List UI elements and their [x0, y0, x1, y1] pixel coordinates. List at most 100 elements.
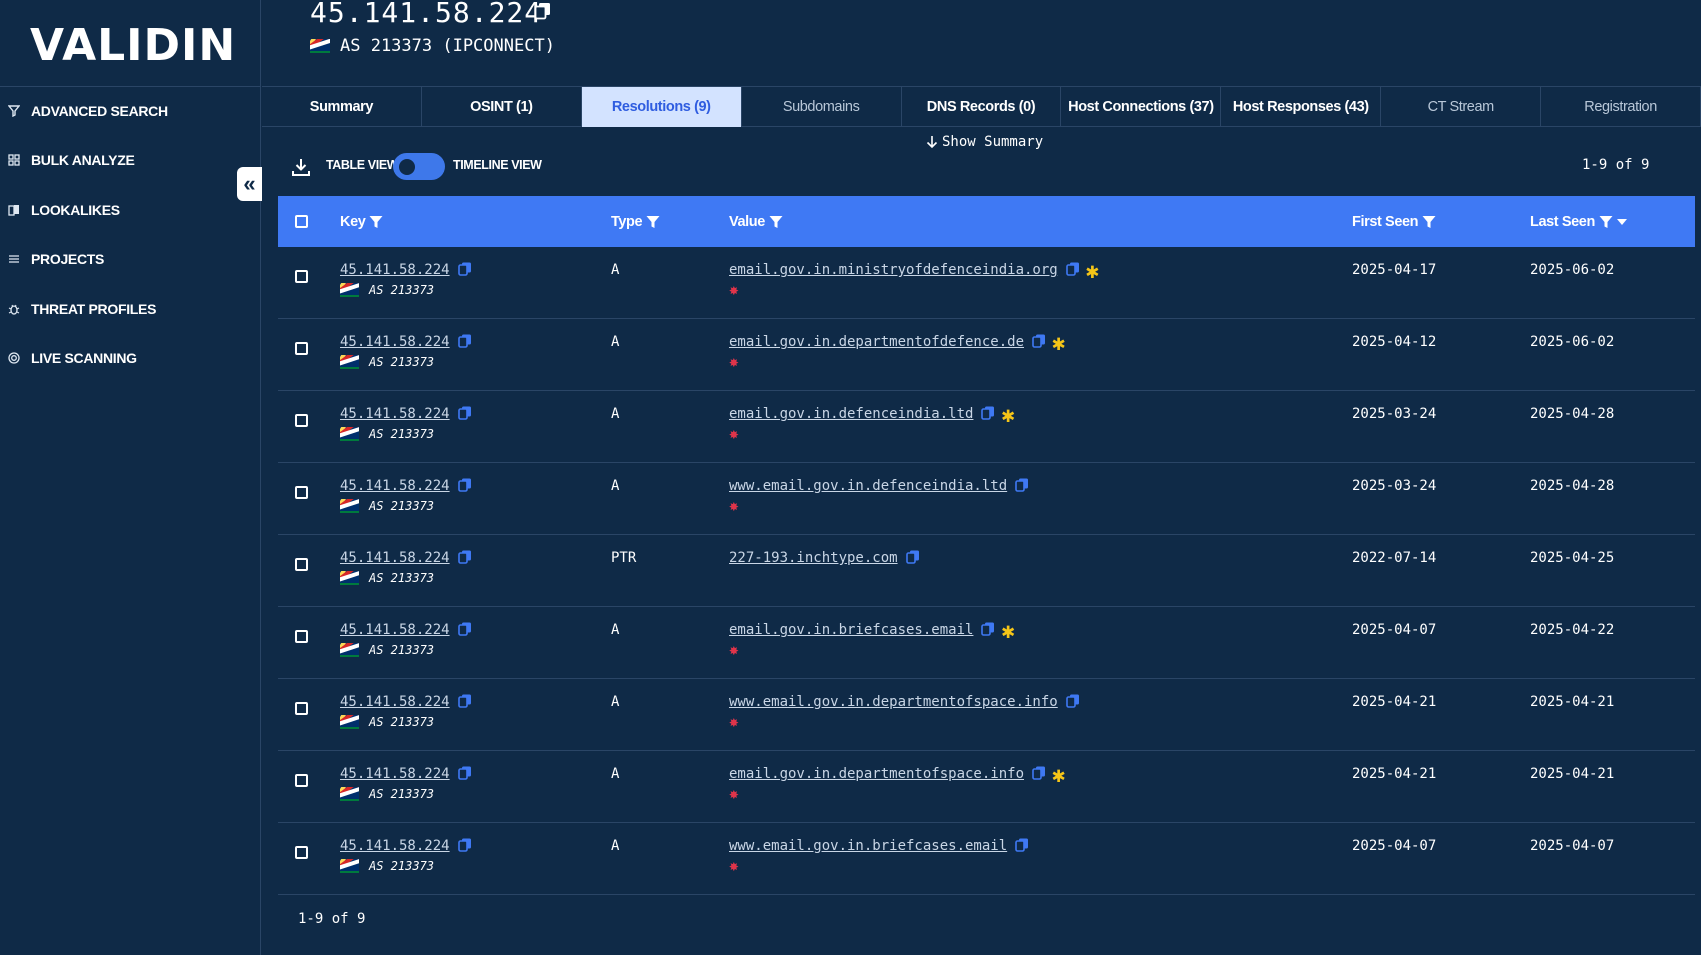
column-header-type[interactable]: Type — [611, 196, 660, 247]
row-checkbox[interactable] — [295, 342, 308, 360]
value-domain-link[interactable]: email.gov.in.departmentofdefence.de — [729, 334, 1024, 350]
column-header-key[interactable]: Key — [340, 196, 383, 247]
copy-icon[interactable] — [1032, 766, 1046, 780]
table-view-label[interactable]: TABLE VIEW — [326, 158, 399, 172]
filter-icon[interactable] — [769, 215, 783, 229]
sidebar-item-live-scanning[interactable]: LIVE SCANNING — [0, 334, 261, 384]
copy-icon[interactable] — [1015, 478, 1029, 492]
copy-icon[interactable] — [1015, 838, 1029, 852]
value-domain-link[interactable]: email.gov.in.departmentofspace.info — [729, 766, 1024, 782]
table-row[interactable]: 45.141.58.224 AS 213373 PTR 227-193.inch… — [278, 535, 1695, 607]
value-domain-link[interactable]: www.email.gov.in.briefcases.email — [729, 838, 1007, 854]
filter-icon[interactable] — [369, 215, 383, 229]
tab-resolutions[interactable]: Resolutions (9) — [581, 87, 742, 127]
copy-icon[interactable] — [457, 334, 472, 348]
copy-icon[interactable] — [457, 694, 472, 708]
table-row[interactable]: 45.141.58.224 AS 213373 A www.email.gov.… — [278, 463, 1695, 535]
tab-summary[interactable]: Summary — [262, 87, 422, 127]
table-row[interactable]: 45.141.58.224 AS 213373 A email.gov.in.m… — [278, 247, 1695, 319]
value-domain-link[interactable]: email.gov.in.ministryofdefenceindia.org — [729, 262, 1058, 278]
star-icon[interactable]: ✱ — [1052, 331, 1065, 356]
tab-subdomains[interactable]: Subdomains — [742, 87, 902, 127]
filter-icon[interactable] — [646, 215, 660, 229]
tab-host-connections[interactable]: Host Connections (37) — [1061, 87, 1222, 127]
sidebar-item-lookalikes[interactable]: LOOKALIKES — [0, 185, 261, 235]
row-checkbox[interactable] — [295, 414, 308, 432]
row-checkbox[interactable] — [295, 846, 308, 864]
select-all-checkbox[interactable] — [295, 196, 308, 247]
validin-logo[interactable]: VALIDIN — [30, 20, 236, 71]
sidebar-item-bulk-analyze[interactable]: BULK ANALYZE — [0, 136, 261, 186]
star-icon[interactable]: ✱ — [1086, 259, 1099, 284]
threat-burst-icon[interactable]: ✸ — [729, 498, 1035, 514]
sort-desc-icon[interactable] — [1616, 218, 1627, 225]
star-icon[interactable]: ✱ — [1052, 763, 1065, 788]
key-ip-link[interactable]: 45.141.58.224 — [340, 406, 450, 422]
threat-burst-icon[interactable]: ✸ — [729, 426, 1015, 442]
table-row[interactable]: 45.141.58.224 AS 213373 A email.gov.in.d… — [278, 751, 1695, 823]
copy-icon[interactable] — [981, 406, 995, 420]
download-icon[interactable] — [291, 157, 311, 177]
column-header-value[interactable]: Value — [729, 196, 783, 247]
copy-icon[interactable] — [457, 838, 472, 852]
threat-burst-icon[interactable]: ✸ — [729, 282, 1099, 298]
row-checkbox[interactable] — [295, 702, 308, 720]
key-ip-link[interactable]: 45.141.58.224 — [340, 694, 450, 710]
key-ip-link[interactable]: 45.141.58.224 — [340, 334, 450, 350]
show-summary-button[interactable]: Show Summary — [926, 134, 1043, 150]
row-checkbox[interactable] — [295, 270, 308, 288]
table-row[interactable]: 45.141.58.224 AS 213373 A email.gov.in.d… — [278, 391, 1695, 463]
key-ip-link[interactable]: 45.141.58.224 — [340, 550, 450, 566]
value-domain-link[interactable]: www.email.gov.in.departmentofspace.info — [729, 694, 1058, 710]
copy-icon[interactable] — [534, 2, 552, 20]
copy-icon[interactable] — [1032, 334, 1046, 348]
star-icon[interactable]: ✱ — [1001, 403, 1014, 428]
row-checkbox[interactable] — [295, 558, 308, 576]
filter-icon[interactable] — [1422, 215, 1436, 229]
copy-icon[interactable] — [1065, 262, 1080, 276]
key-ip-link[interactable]: 45.141.58.224 — [340, 766, 450, 782]
timeline-view-label[interactable]: TIMELINE VIEW — [453, 158, 542, 172]
tab-registration[interactable]: Registration — [1541, 87, 1701, 127]
copy-icon[interactable] — [457, 766, 472, 780]
table-row[interactable]: 45.141.58.224 AS 213373 A www.email.gov.… — [278, 823, 1695, 895]
copy-icon[interactable] — [457, 550, 472, 564]
collapse-sidebar-button[interactable]: « — [237, 167, 262, 201]
star-icon[interactable]: ✱ — [1001, 619, 1014, 644]
column-header-first-seen[interactable]: First Seen — [1352, 196, 1436, 247]
value-domain-link[interactable]: 227-193.inchtype.com — [729, 550, 898, 566]
value-domain-link[interactable]: www.email.gov.in.defenceindia.ltd — [729, 478, 1007, 494]
view-toggle[interactable] — [393, 153, 445, 180]
row-checkbox[interactable] — [295, 774, 308, 792]
tab-dns-records[interactable]: DNS Records (0) — [902, 87, 1062, 127]
filter-icon[interactable] — [1599, 215, 1613, 229]
row-checkbox[interactable] — [295, 486, 308, 504]
copy-icon[interactable] — [457, 478, 472, 492]
table-row[interactable]: 45.141.58.224 AS 213373 A email.gov.in.b… — [278, 607, 1695, 679]
sidebar-item-projects[interactable]: PROJECTS — [0, 235, 261, 285]
tab-osint[interactable]: OSINT (1) — [422, 87, 582, 127]
copy-icon[interactable] — [457, 622, 472, 636]
tab-host-responses[interactable]: Host Responses (43) — [1221, 87, 1382, 127]
key-ip-link[interactable]: 45.141.58.224 — [340, 622, 450, 638]
copy-icon[interactable] — [1065, 694, 1080, 708]
copy-icon[interactable] — [905, 550, 920, 564]
threat-burst-icon[interactable]: ✸ — [729, 786, 1065, 802]
table-row[interactable]: 45.141.58.224 AS 213373 A www.email.gov.… — [278, 679, 1695, 751]
threat-burst-icon[interactable]: ✸ — [729, 642, 1015, 658]
row-checkbox[interactable] — [295, 630, 308, 648]
threat-burst-icon[interactable]: ✸ — [729, 858, 1035, 874]
key-ip-link[interactable]: 45.141.58.224 — [340, 262, 450, 278]
threat-burst-icon[interactable]: ✸ — [729, 714, 1086, 730]
key-ip-link[interactable]: 45.141.58.224 — [340, 838, 450, 854]
copy-icon[interactable] — [981, 622, 995, 636]
table-row[interactable]: 45.141.58.224 AS 213373 A email.gov.in.d… — [278, 319, 1695, 391]
value-domain-link[interactable]: email.gov.in.defenceindia.ltd — [729, 406, 973, 422]
column-header-last-seen[interactable]: Last Seen — [1530, 196, 1627, 247]
tab-ct-stream[interactable]: CT Stream — [1381, 87, 1542, 127]
copy-icon[interactable] — [457, 406, 472, 420]
sidebar-item-threat-profiles[interactable]: THREAT PROFILES — [0, 284, 261, 334]
copy-icon[interactable] — [457, 262, 472, 276]
threat-burst-icon[interactable]: ✸ — [729, 354, 1065, 370]
value-domain-link[interactable]: email.gov.in.briefcases.email — [729, 622, 973, 638]
